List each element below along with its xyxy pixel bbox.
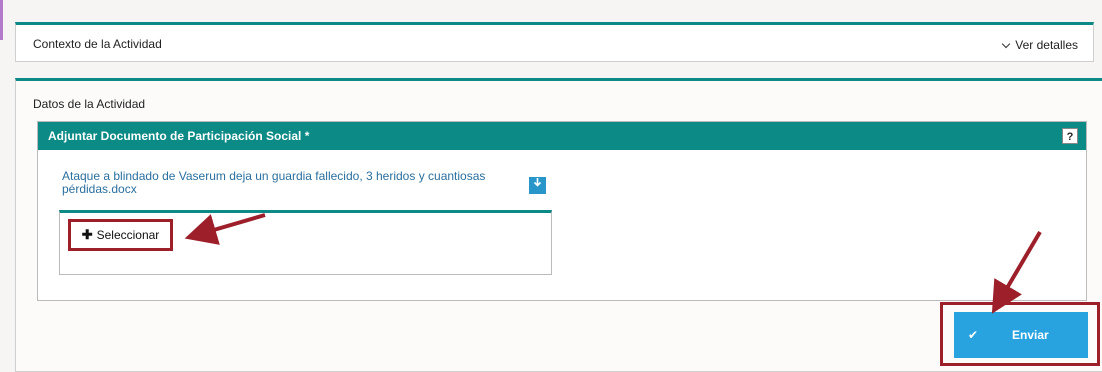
attachment-section: Adjuntar Documento de Participación Soci… (37, 121, 1087, 301)
download-arrow-icon (533, 178, 542, 187)
download-button[interactable] (529, 177, 546, 194)
help-button[interactable]: ? (1062, 128, 1078, 144)
ver-detalles-toggle[interactable]: Ver detalles (1002, 38, 1078, 52)
plus-icon: ✚ (81, 227, 93, 242)
select-file-button[interactable]: ✚ Seleccionar (68, 219, 173, 251)
attachment-title: Adjuntar Documento de Participación Soci… (48, 129, 310, 143)
context-panel-title: Contexto de la Actividad (33, 37, 162, 51)
select-file-label: Seleccionar (96, 228, 160, 242)
left-accent-bar (0, 0, 3, 40)
ver-detalles-label: Ver detalles (1015, 38, 1078, 52)
upload-area: ✚ Seleccionar (59, 210, 552, 275)
submit-label: Enviar (1012, 328, 1049, 342)
attached-file-link[interactable]: Ataque a blindado de Vaserum deja un gua… (62, 170, 522, 196)
chevron-down-icon (1002, 39, 1011, 48)
submit-button[interactable]: ✔ Enviar (954, 312, 1088, 358)
datos-panel: Datos de la Actividad Adjuntar Documento… (15, 78, 1102, 372)
check-icon: ✔ (968, 328, 979, 342)
datos-panel-title: Datos de la Actividad (33, 97, 146, 111)
attachment-header: Adjuntar Documento de Participación Soci… (38, 122, 1086, 150)
context-panel: Contexto de la Actividad Ver detalles (15, 22, 1094, 62)
